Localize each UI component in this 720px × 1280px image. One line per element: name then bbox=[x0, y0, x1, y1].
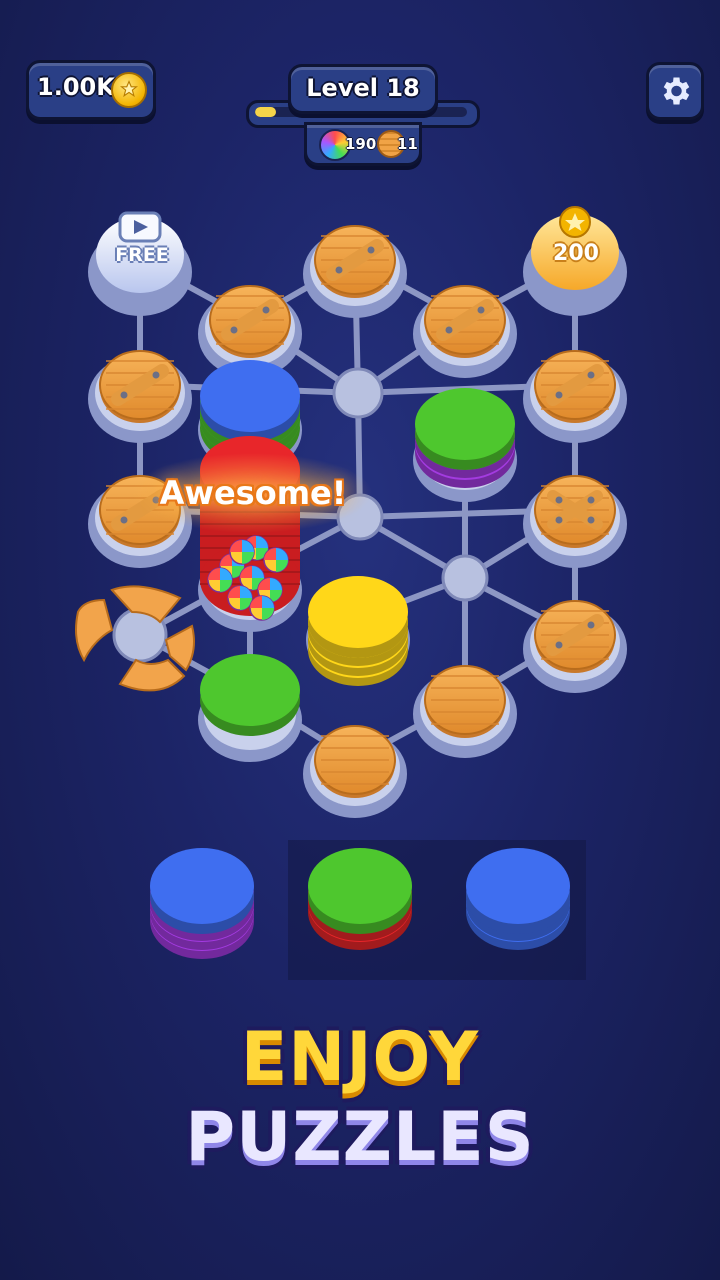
promo-banner: ENJOY PUZZLES bbox=[180, 1018, 540, 1184]
wood-covered-slot[interactable] bbox=[523, 350, 627, 443]
tray-stack-1[interactable] bbox=[150, 848, 254, 959]
empty-node[interactable] bbox=[332, 367, 384, 419]
empty-node[interactable] bbox=[441, 554, 489, 602]
tray-stack-3[interactable] bbox=[466, 848, 570, 950]
unlock-cost-label: 200 bbox=[553, 241, 599, 266]
chip-stack-green[interactable] bbox=[415, 388, 515, 488]
combo-popup: Awesome! bbox=[159, 474, 347, 512]
wood-covered-slot[interactable] bbox=[303, 225, 407, 318]
chip-stack-green-small[interactable] bbox=[200, 654, 300, 736]
rainbow-chip bbox=[263, 547, 289, 573]
wood-covered-slot[interactable] bbox=[88, 350, 192, 443]
rainbow-chip bbox=[207, 567, 233, 593]
rainbow-chip bbox=[229, 539, 255, 565]
chip-stack-yellow[interactable] bbox=[308, 576, 408, 686]
wood-covered-slot[interactable] bbox=[523, 475, 627, 568]
rainbow-chip bbox=[227, 585, 253, 611]
broken-wood-cover bbox=[75, 585, 195, 692]
free-label: FREE bbox=[115, 244, 169, 266]
tray-stack-2[interactable] bbox=[308, 848, 412, 950]
banner-line-1: ENJOY bbox=[240, 1018, 480, 1097]
banner-line-2: PUZZLES bbox=[185, 1098, 535, 1177]
rainbow-chip bbox=[249, 595, 275, 621]
